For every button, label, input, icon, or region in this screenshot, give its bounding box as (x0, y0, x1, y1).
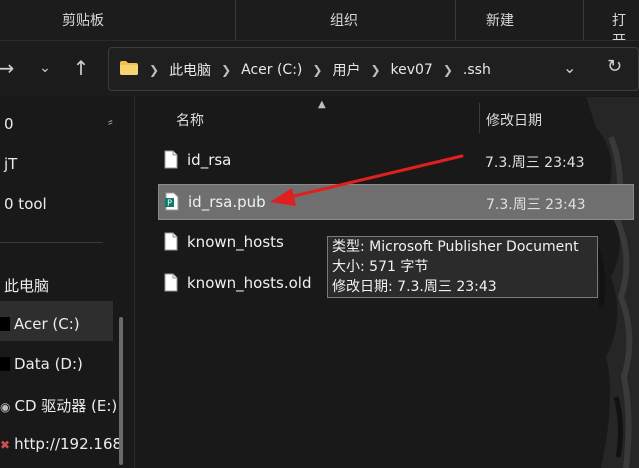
tooltip-size: 大小: 571 字节 (332, 259, 429, 275)
file-name: known_hosts (187, 233, 284, 251)
sidebar-item[interactable]: 0 tool (4, 195, 47, 213)
address-dropdown-icon[interactable]: ⌄ (563, 58, 576, 77)
file-row-id-rsa-pub[interactable]: P id_rsa.pub 7.3.周三 23:43 (158, 184, 634, 220)
refresh-icon[interactable]: ↻ (607, 56, 622, 77)
sidebar-item-label: CD 驱动器 (E:) (14, 397, 118, 415)
ribbon-divider (583, 0, 584, 40)
breadcrumb: ❯ 此电脑 ❯ Acer (C:) ❯ 用户 ❯ kev07 ❯ .ssh (149, 60, 491, 80)
network-drive-icon: ✖ (0, 438, 11, 452)
up-arrow-icon[interactable]: ↑ (69, 55, 93, 81)
chevron-right-icon[interactable]: ❯ (443, 63, 453, 77)
breadcrumb-kev07[interactable]: kev07 (391, 62, 433, 78)
file-icon (164, 232, 178, 251)
column-header-name[interactable]: 名称 (176, 110, 204, 130)
file-icon (164, 150, 178, 169)
file-date: 7.3.周三 23:43 (486, 197, 586, 213)
navigation-pane: 0 ⸗ jT 0 tool 此电脑 Acer (C:) Data (D:) ◉ C… (0, 97, 135, 468)
navigation-bar: → ⌄ ↑ ❯ 此电脑 ❯ Acer (C:) ❯ 用户 ❯ kev07 ❯ .… (0, 40, 639, 96)
column-divider[interactable] (479, 103, 480, 133)
folder-icon (120, 61, 138, 75)
breadcrumb-ssh[interactable]: .ssh (463, 62, 491, 78)
sidebar-item-label: Acer (C:) (14, 315, 80, 333)
breadcrumb-this-pc[interactable]: 此电脑 (169, 60, 211, 80)
sidebar-item-cd-e[interactable]: ◉ CD 驱动器 (E:) (0, 395, 117, 416)
breadcrumb-acer-c[interactable]: Acer (C:) (241, 62, 302, 78)
column-header-modified[interactable]: 修改日期 (486, 110, 542, 130)
sidebar-item[interactable]: jT (4, 155, 17, 173)
sidebar-item-network[interactable]: ✖ http://192.168 (0, 435, 122, 453)
tooltip-type: 类型: Microsoft Publisher Document (332, 239, 579, 255)
file-name: known_hosts.old (187, 274, 312, 292)
file-name: id_rsa.pub (188, 193, 266, 211)
ribbon-divider (455, 0, 456, 40)
ribbon-divider (235, 0, 236, 40)
sidebar-item-this-pc[interactable]: 此电脑 (4, 275, 49, 296)
cd-drive-icon: ◉ (0, 400, 11, 414)
back-arrow-icon[interactable]: → (0, 55, 18, 81)
sidebar-item[interactable]: 0 (4, 115, 14, 133)
sidebar-item-data-d[interactable]: Data (D:) (0, 355, 83, 373)
sidebar-item-label: http://192.168 (14, 435, 123, 453)
svg-text:P: P (167, 199, 172, 208)
ribbon: 剪贴板 组织 新建 打开 (0, 0, 639, 49)
sidebar-item-label: Data (D:) (14, 355, 83, 373)
tooltip-modified: 修改日期: 7.3.周三 23:43 (332, 279, 497, 295)
breadcrumb-users[interactable]: 用户 (332, 60, 360, 80)
file-date: 7.3.周三 23:43 (485, 155, 585, 171)
ribbon-group-organize[interactable]: 组织 (330, 10, 358, 30)
sidebar-item-acer-c[interactable]: Acer (C:) (0, 315, 80, 333)
chevron-down-icon[interactable]: ⌄ (33, 55, 57, 81)
drive-icon (0, 317, 10, 331)
address-bar[interactable]: ❯ 此电脑 ❯ Acer (C:) ❯ 用户 ❯ kev07 ❯ .ssh ⌄ … (108, 47, 639, 91)
chevron-right-icon[interactable]: ❯ (221, 63, 231, 77)
ribbon-group-new[interactable]: 新建 (486, 10, 514, 30)
file-row-id-rsa[interactable]: id_rsa 7.3.周三 23:43 (158, 143, 634, 179)
sidebar-divider (0, 242, 103, 243)
chevron-right-icon: ❯ (149, 63, 160, 77)
ribbon-group-clipboard[interactable]: 剪贴板 (62, 10, 104, 30)
file-name: id_rsa (187, 151, 232, 169)
file-icon (164, 273, 178, 292)
chevron-right-icon[interactable]: ❯ (312, 63, 322, 77)
sort-ascending-icon: ▲ (318, 99, 326, 110)
sidebar-scrollbar[interactable] (119, 317, 123, 465)
column-header: ▲ 名称 修改日期 (136, 97, 639, 141)
publisher-file-icon: P (165, 192, 179, 211)
chevron-right-icon[interactable]: ❯ (370, 63, 380, 77)
file-tooltip: 类型: Microsoft Publisher Document 大小: 571… (327, 236, 598, 298)
pin-icon: ⸗ (108, 114, 113, 130)
drive-icon (0, 357, 10, 371)
